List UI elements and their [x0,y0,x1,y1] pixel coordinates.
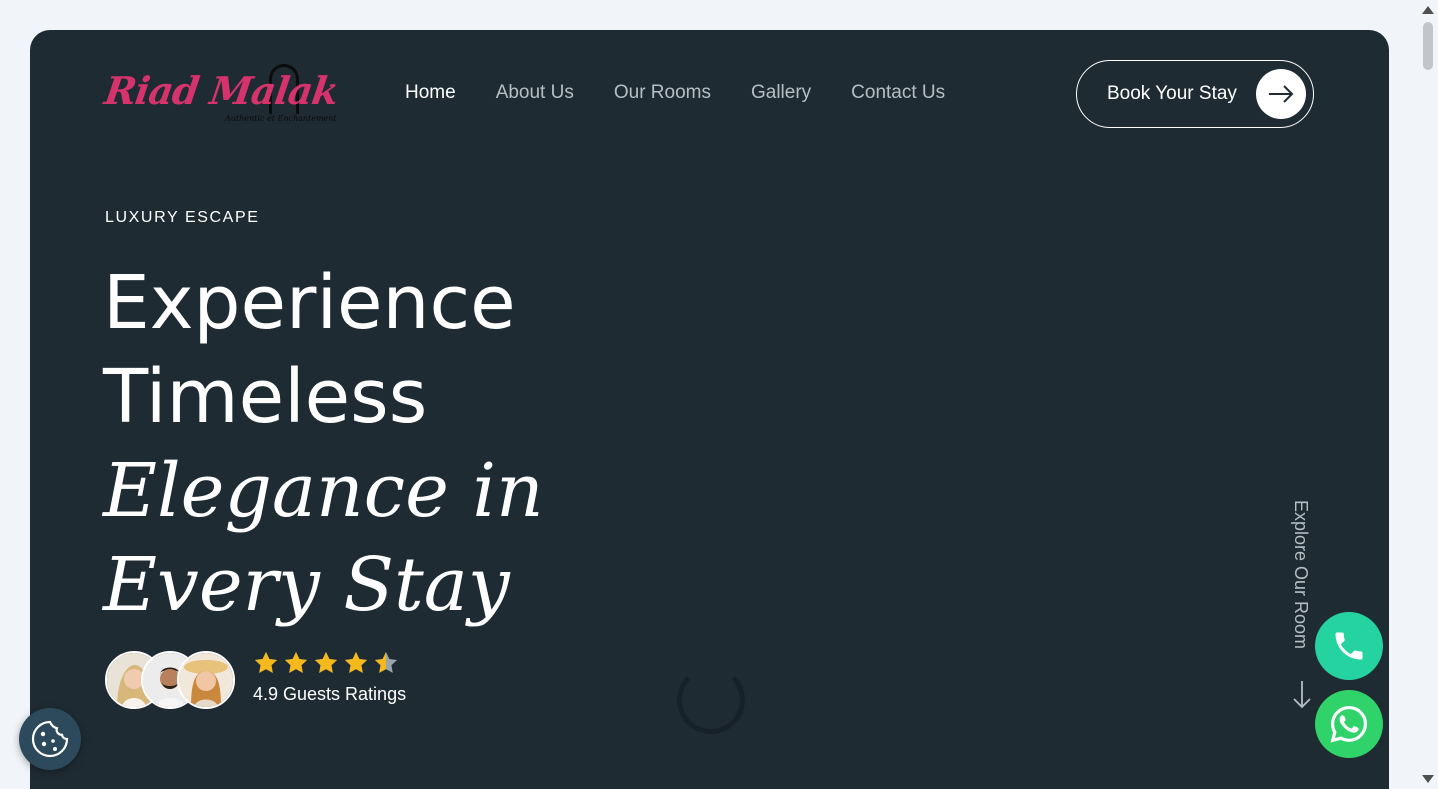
brand-logo[interactable]: Riad Malak Authentic et Enchantement [102,64,341,128]
scroll-up-arrow-icon[interactable] [1422,6,1434,14]
star-icon [284,651,308,673]
nav-item-gallery[interactable]: Gallery [751,82,811,104]
logo-text: Riad Malak [101,68,341,113]
logo-tagline: Authentic et Enchantement [225,114,337,123]
explore-our-room-link[interactable]: Explore Our Room [1286,500,1316,710]
headline-line-1: Experience [103,260,516,346]
guest-avatars [105,651,235,709]
phone-icon [1335,632,1363,660]
explore-label: Explore Our Room [1291,500,1311,650]
cookie-settings-button[interactable] [19,708,81,770]
cookie-icon [31,720,69,758]
nav-item-our-rooms[interactable]: Our Rooms [614,82,711,104]
scrollbar-thumb[interactable] [1423,22,1433,70]
headline-line-3: Elegance in [103,448,544,534]
nav-item-home[interactable]: Home [405,82,456,104]
loading-spinner [677,666,745,734]
arrow-down-icon [1293,681,1311,709]
star-icon [374,651,398,673]
hero-section: Riad Malak Authentic et Enchantement Hom… [30,30,1389,789]
rating-stars [253,650,399,676]
headline-line-2: Timeless [103,354,428,440]
page-scrollbar[interactable] [1419,0,1438,789]
scroll-down-arrow-icon[interactable] [1422,775,1434,783]
nav-item-about-us[interactable]: About Us [496,82,574,104]
rating-text: 4.9 Guests Ratings [253,684,407,704]
arrow-right-icon [1256,69,1306,119]
book-button-label: Book Your Stay [1107,83,1237,104]
avatar [177,651,235,709]
whatsapp-icon [1330,706,1367,743]
star-icon [344,651,368,673]
star-icon [254,651,278,673]
book-your-stay-button[interactable]: Book Your Stay [1076,60,1314,128]
hero-eyebrow: LUXURY ESCAPE [105,209,260,226]
whatsapp-button[interactable] [1315,690,1383,758]
star-icon [314,651,338,673]
hero-headline: Experience Timeless Elegance in Every St… [103,256,544,632]
nav-item-contact-us[interactable]: Contact Us [851,82,945,104]
main-nav: Home About Us Our Rooms Gallery Contact … [405,82,945,104]
phone-call-button[interactable] [1315,612,1383,680]
headline-line-4: Every Stay [103,542,510,628]
